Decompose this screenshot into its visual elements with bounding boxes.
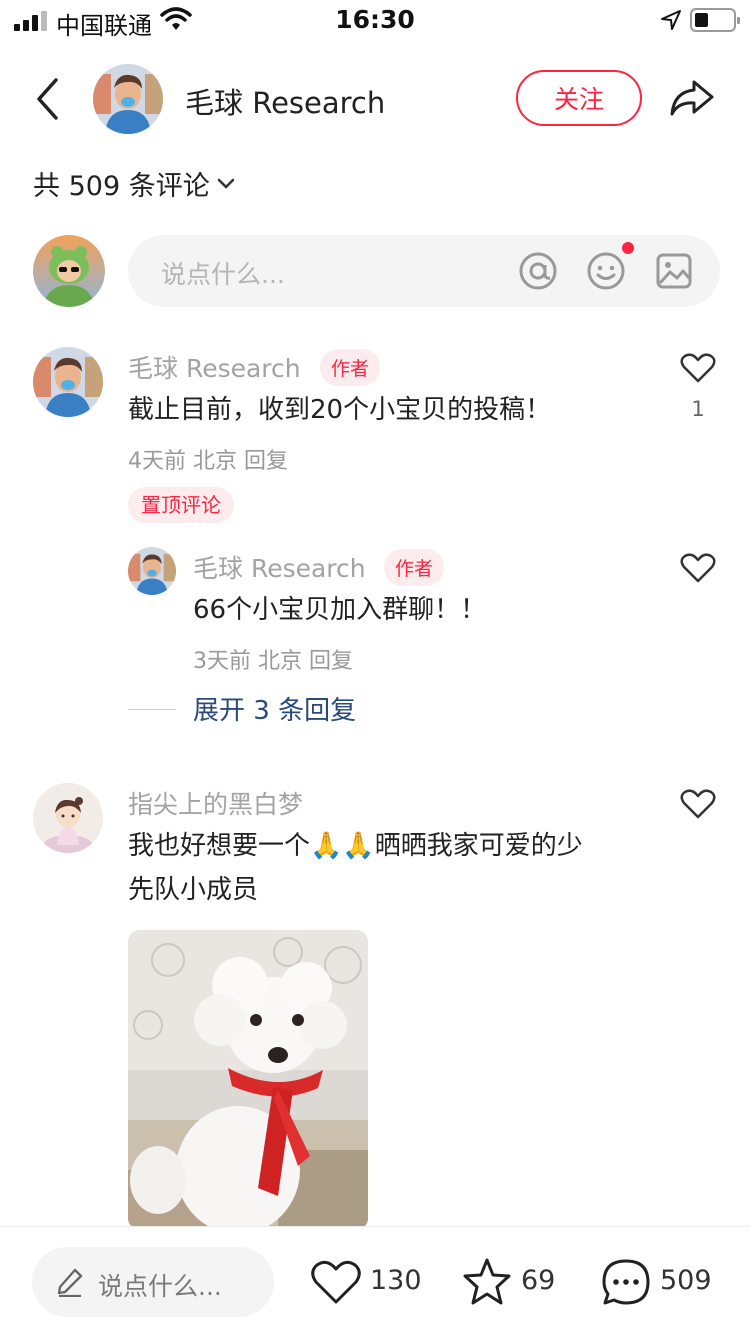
- bottom-comment-input[interactable]: 说点什么...: [32, 1247, 274, 1317]
- heart-icon[interactable]: [310, 1257, 362, 1307]
- heart-icon[interactable]: [680, 788, 716, 820]
- status-bar: 中国联通 16:30: [0, 0, 750, 40]
- expand-replies-link[interactable]: 展开 3 条回复: [193, 690, 356, 727]
- comment-input[interactable]: 说点什么...: [128, 235, 720, 307]
- bottom-action-bar: 说点什么... 130 69 509: [0, 1226, 750, 1334]
- battery-icon: [690, 8, 740, 32]
- comment-input-placeholder: 说点什么...: [161, 260, 285, 289]
- reply-meta[interactable]: 3天前 北京 回复: [193, 643, 353, 675]
- status-time: 16:30: [335, 5, 415, 34]
- chevron-down-icon: [217, 178, 234, 189]
- heart-icon[interactable]: [680, 352, 716, 384]
- reply-name[interactable]: 毛球 Research: [193, 549, 366, 585]
- heart-icon[interactable]: [680, 552, 716, 584]
- comment-text-line-1: 我也好想要一个🙏🙏晒晒我家可爱的少: [128, 831, 583, 861]
- comment-text: 截止目前，收到20个小宝贝的投稿！: [128, 395, 552, 425]
- reply-text: 66个小宝贝加入群聊！！: [193, 595, 487, 625]
- emoji-icon[interactable]: [586, 251, 626, 291]
- comment-meta[interactable]: 4天前 北京 回复: [128, 443, 288, 475]
- follow-button[interactable]: 关注: [516, 70, 642, 126]
- favorite-count: 69: [521, 1265, 556, 1296]
- image-icon[interactable]: [654, 251, 694, 291]
- author-badge: 作者: [320, 349, 381, 386]
- my-avatar: [33, 235, 105, 307]
- back-chevron-icon[interactable]: [30, 76, 66, 122]
- emoji-new-dot: [622, 242, 634, 254]
- location-arrow-icon: [661, 10, 681, 30]
- commenter-avatar[interactable]: [33, 783, 103, 853]
- comment-count-dropdown[interactable]: 共 509 条评论: [33, 164, 236, 203]
- star-icon[interactable]: [461, 1257, 513, 1307]
- comment-total: 509: [660, 1265, 712, 1296]
- account-name[interactable]: 毛球 Research: [185, 80, 385, 122]
- commenter-name[interactable]: 毛球 Research: [128, 349, 301, 385]
- comment-like-count: 1: [691, 397, 705, 421]
- expand-divider: [128, 709, 176, 710]
- commenter-avatar[interactable]: [33, 347, 103, 417]
- comment-bubble-icon[interactable]: [600, 1257, 652, 1307]
- post-header: 毛球 Research 关注: [0, 58, 750, 140]
- like-count: 130: [370, 1265, 422, 1296]
- share-icon[interactable]: [668, 76, 716, 120]
- author-badge: 作者: [384, 549, 445, 586]
- pinned-badge: 置顶评论: [128, 487, 234, 523]
- comment-photo[interactable]: [128, 930, 368, 1230]
- bottom-input-placeholder: 说点什么...: [98, 1272, 222, 1301]
- reply-avatar[interactable]: [128, 547, 176, 595]
- pencil-icon: [57, 1268, 83, 1297]
- author-avatar[interactable]: [93, 64, 163, 134]
- comment-count-label: 共 509 条评论: [33, 171, 210, 202]
- comment-text-line-2: 先队小成员: [128, 875, 259, 905]
- at-icon[interactable]: [518, 251, 558, 291]
- commenter-name[interactable]: 指尖上的黑白梦: [128, 785, 303, 821]
